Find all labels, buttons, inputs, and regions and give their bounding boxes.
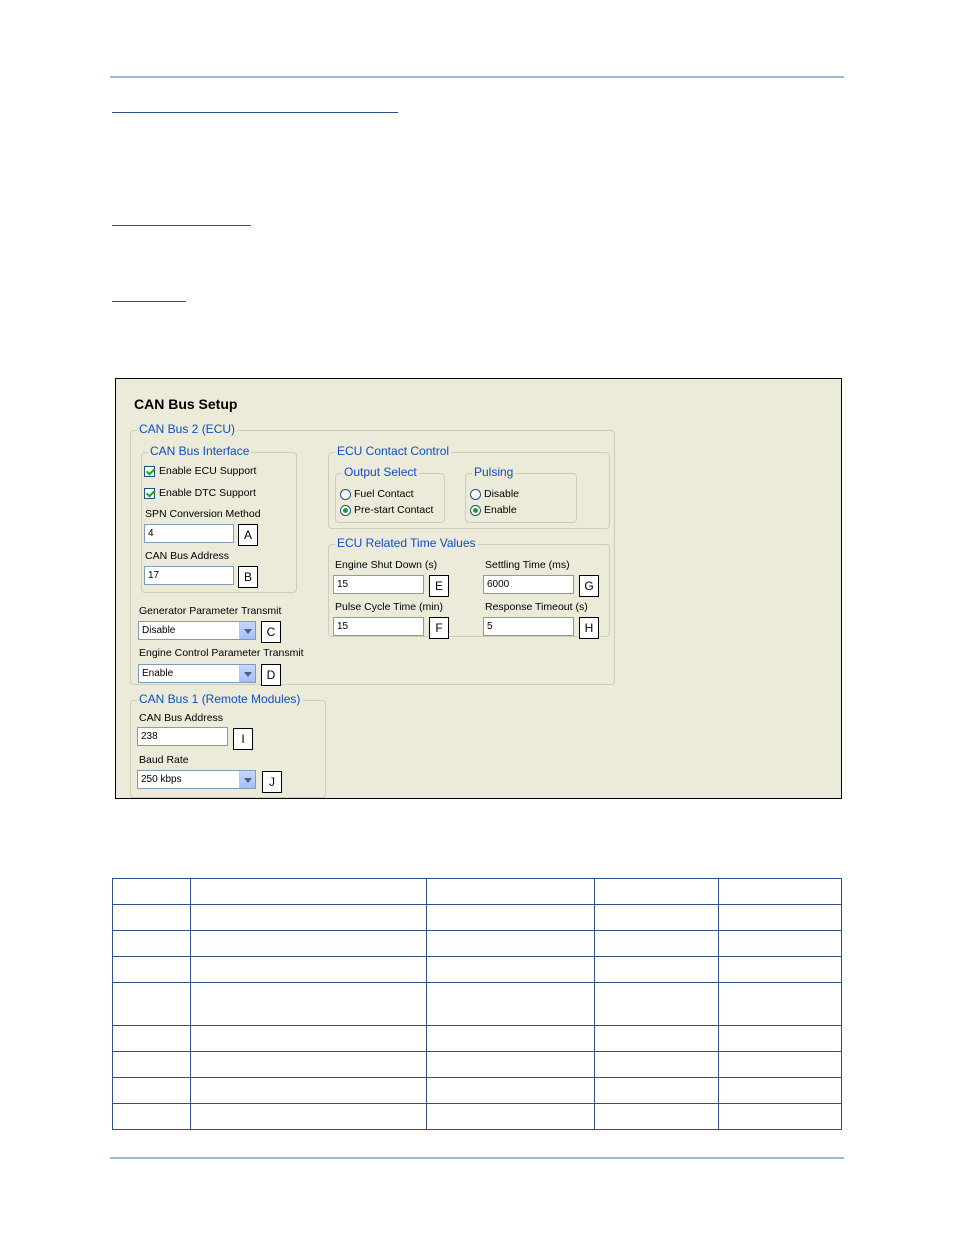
spn-conversion-input[interactable]: 4	[144, 524, 234, 543]
table-row	[112, 1077, 842, 1104]
shutdown-input[interactable]: 15	[333, 575, 424, 594]
pulse-cycle-input[interactable]: 15	[333, 617, 424, 636]
enable-dtc-support-label: Enable DTC Support	[159, 487, 256, 499]
baud-rate-select[interactable]: 250 kbps	[137, 770, 256, 789]
response-timeout-input[interactable]: 5	[483, 617, 574, 636]
baud-rate-value: 250 kbps	[141, 774, 182, 785]
can-bus-1-group: CAN Bus 1 (Remote Modules) CAN Bus Addre…	[130, 692, 326, 798]
ecu-contact-control-legend: ECU Contact Control	[335, 444, 452, 459]
enable-ecu-support-label: Enable ECU Support	[159, 465, 257, 477]
ecu-contact-control-group: ECU Contact Control Output Select Fuel C…	[328, 444, 610, 529]
chevron-down-icon[interactable]	[239, 622, 255, 639]
fuel-contact-label: Fuel Contact	[354, 488, 414, 500]
top-rule	[110, 76, 844, 78]
enable-dtc-support-checkbox[interactable]	[144, 488, 155, 499]
can2-address-input[interactable]: 17	[144, 566, 234, 585]
can-bus-2-group: CAN Bus 2 (ECU) CAN Bus Interface Enable…	[130, 422, 615, 686]
can-bus-setup-window: CAN Bus Setup CAN Bus 2 (ECU) CAN Bus In…	[115, 378, 842, 799]
table-row	[112, 904, 842, 931]
pulsing-enable-radio[interactable]	[470, 505, 481, 516]
ecu-time-values-legend: ECU Related Time Values	[335, 536, 478, 551]
gen-param-select[interactable]: Disable	[138, 621, 256, 640]
callout-i: I	[233, 728, 253, 750]
baud-rate-label: Baud Rate	[139, 754, 189, 766]
table-row	[112, 930, 842, 957]
callout-b: B	[238, 566, 258, 588]
ecu-time-values-group: ECU Related Time Values Engine Shut Down…	[328, 536, 610, 639]
callout-d: D	[261, 664, 281, 686]
pulsing-disable-label: Disable	[484, 488, 520, 500]
response-timeout-label: Response Timeout (s)	[485, 601, 588, 613]
pulsing-disable-radio[interactable]	[470, 489, 481, 500]
prestart-contact-radio[interactable]	[340, 505, 351, 516]
output-select-group: Output Select Fuel Contact Pre-start Con…	[335, 465, 445, 523]
callout-j: J	[262, 771, 282, 793]
chevron-down-icon[interactable]	[239, 665, 255, 682]
table-row	[112, 1051, 842, 1078]
can-bus-interface-legend: CAN Bus Interface	[148, 444, 252, 459]
callout-f: F	[429, 617, 449, 639]
can1-address-label: CAN Bus Address	[139, 712, 224, 724]
shutdown-label: Engine Shut Down (s)	[335, 559, 438, 571]
enable-ecu-support-checkbox[interactable]	[144, 466, 155, 477]
settling-input[interactable]: 6000	[483, 575, 574, 594]
settings-table	[112, 878, 842, 1130]
eng-ctrl-value: Enable	[142, 668, 174, 679]
can-bus-interface-group: CAN Bus Interface Enable ECU Support Ena…	[141, 444, 297, 593]
can2-address-label: CAN Bus Address	[145, 550, 230, 562]
pulsing-group: Pulsing Disable Enable	[465, 465, 577, 523]
prestart-contact-label: Pre-start Contact	[354, 504, 434, 516]
table-row	[112, 1025, 842, 1052]
table-row	[112, 1103, 842, 1130]
can-bus-2-legend: CAN Bus 2 (ECU)	[137, 422, 238, 437]
callout-e: E	[429, 575, 449, 597]
callout-a: A	[238, 524, 258, 546]
settling-label: Settling Time (ms)	[485, 559, 570, 571]
pulsing-enable-label: Enable	[484, 504, 517, 516]
gen-param-label: Generator Parameter Transmit	[139, 605, 282, 617]
heading-underline-1	[112, 112, 398, 113]
fuel-contact-radio[interactable]	[340, 489, 351, 500]
eng-ctrl-select[interactable]: Enable	[138, 664, 256, 683]
callout-c: C	[261, 621, 281, 643]
pulsing-legend: Pulsing	[472, 465, 516, 480]
table-row	[112, 982, 842, 1026]
can-bus-1-legend: CAN Bus 1 (Remote Modules)	[137, 692, 303, 707]
window-title: CAN Bus Setup	[134, 396, 238, 412]
can1-address-input[interactable]: 238	[137, 727, 228, 746]
table-row	[112, 956, 842, 983]
pulse-cycle-label: Pulse Cycle Time (min)	[335, 601, 443, 613]
gen-param-value: Disable	[142, 625, 176, 636]
bottom-rule	[110, 1157, 844, 1159]
chevron-down-icon[interactable]	[239, 771, 255, 788]
heading-underline-3	[112, 301, 186, 302]
spn-conversion-label: SPN Conversion Method	[145, 508, 261, 520]
callout-g: G	[579, 575, 599, 597]
callout-h: H	[579, 617, 599, 639]
heading-underline-2	[112, 225, 251, 226]
eng-ctrl-label: Engine Control Parameter Transmit	[139, 647, 304, 659]
table-row	[112, 878, 842, 905]
output-select-legend: Output Select	[342, 465, 419, 480]
